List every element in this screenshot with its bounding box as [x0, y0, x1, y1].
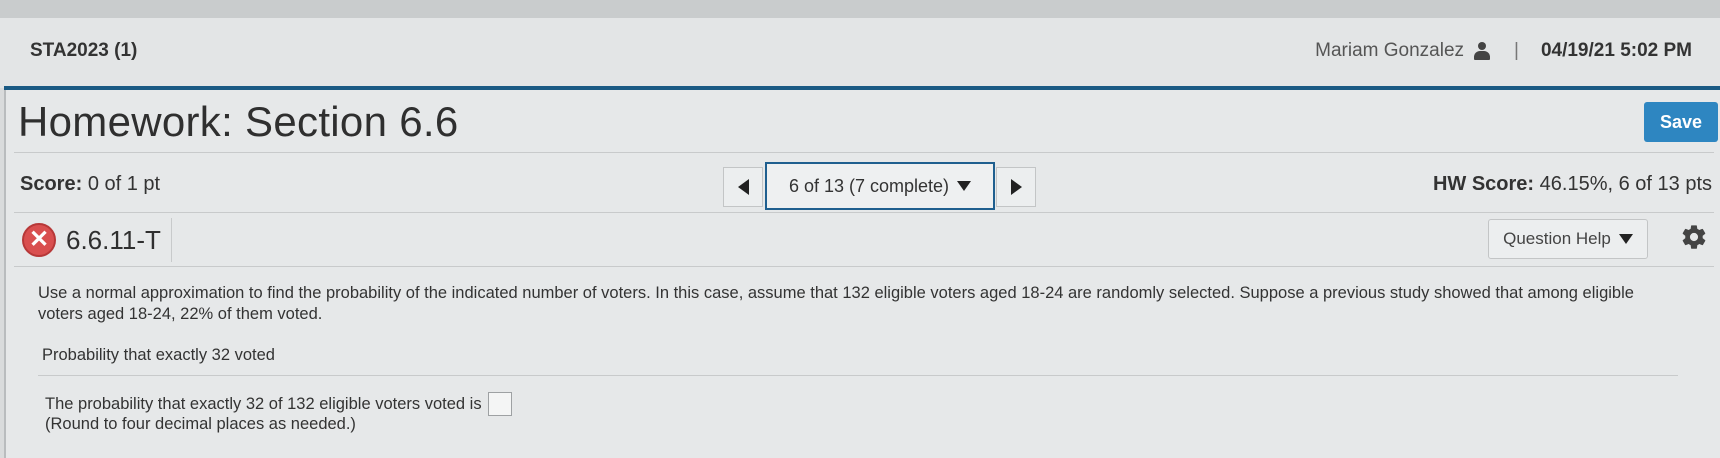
question-id: 6.6.11-T	[66, 224, 161, 255]
question-selector-label: 6 of 13 (7 complete)	[788, 175, 950, 196]
caret-down-icon	[957, 181, 972, 191]
course-title[interactable]: STA2023 (1)	[30, 40, 137, 62]
hw-score-label: HW Score:	[1432, 173, 1535, 195]
page-title: Homework: Section 6.6	[18, 98, 459, 145]
question-selector[interactable]: 6 of 13 (7 complete)	[765, 162, 995, 210]
divider	[14, 212, 1714, 213]
next-question-button[interactable]	[996, 167, 1036, 207]
answer-input[interactable]	[487, 392, 512, 416]
user-area: Mariam Gonzalez | 04/19/21 5:02 PM	[1315, 40, 1692, 62]
triangle-left-icon	[737, 179, 749, 195]
x-mark-icon: ✕	[22, 223, 56, 257]
header-separator: |	[1514, 40, 1519, 61]
score-label: Score:	[20, 173, 83, 195]
caret-down-icon	[1618, 234, 1633, 244]
user-name[interactable]: Mariam Gonzalez	[1315, 40, 1464, 62]
date-time: 04/19/21 5:02 PM	[1540, 40, 1692, 61]
divider	[38, 375, 1678, 376]
previous-question-button[interactable]	[723, 167, 763, 207]
user-icon[interactable]	[1474, 42, 1491, 60]
divider	[14, 266, 1714, 267]
score: Score: 0 of 1 pt	[20, 173, 160, 196]
divider	[14, 152, 1714, 153]
answer-prompt: The probability that exactly 32 of 132 e…	[45, 394, 482, 413]
answer-line: The probability that exactly 32 of 132 e…	[45, 392, 512, 416]
hw-score-value: 46.15%, 6 of 13 pts	[1539, 173, 1712, 195]
question-header: ✕ 6.6.11-T	[22, 218, 172, 262]
question-help-button[interactable]: Question Help	[1488, 219, 1648, 259]
gear-icon[interactable]	[1680, 223, 1708, 251]
rounding-instructions: (Round to four decimal places as needed.…	[45, 415, 356, 433]
question-text: Use a normal approximation to find the p…	[38, 284, 1634, 323]
question-help-label: Question Help	[1503, 229, 1611, 248]
question-part-label: Probability that exactly 32 voted	[42, 346, 275, 364]
score-value: 0 of 1 pt	[87, 173, 161, 195]
save-button[interactable]: Save	[1644, 102, 1718, 142]
triangle-right-icon	[1010, 179, 1022, 195]
hw-score: HW Score: 46.15%, 6 of 13 pts	[1433, 173, 1712, 196]
browser-top-strip	[0, 0, 1720, 18]
